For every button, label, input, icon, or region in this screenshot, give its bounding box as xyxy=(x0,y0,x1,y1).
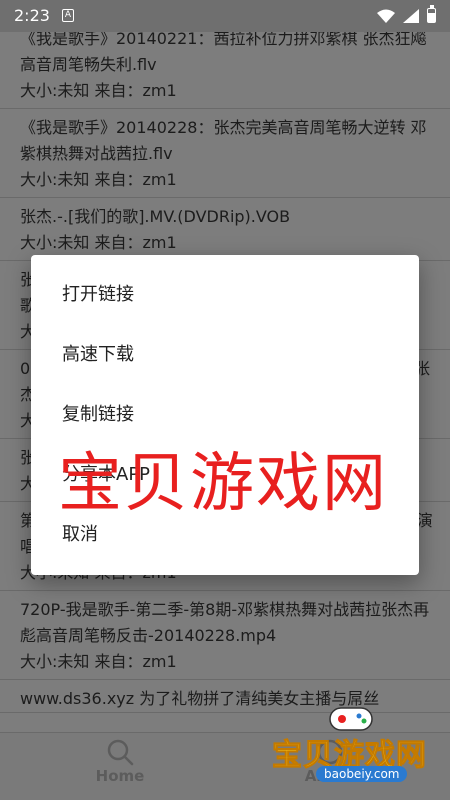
action-dialog: 打开链接 高速下载 复制链接 分享本APP 取消 xyxy=(31,255,419,575)
watermark-url: baobeiy.com xyxy=(316,766,408,782)
watermark-logo: 宝贝游戏网 baobeiy.com xyxy=(272,700,442,786)
open-link-option[interactable]: 打开链接 xyxy=(31,265,419,325)
fast-download-option[interactable]: 高速下载 xyxy=(31,325,419,385)
gamepad-icon xyxy=(329,707,373,731)
watermark-text: 宝贝游戏网 xyxy=(58,447,388,521)
